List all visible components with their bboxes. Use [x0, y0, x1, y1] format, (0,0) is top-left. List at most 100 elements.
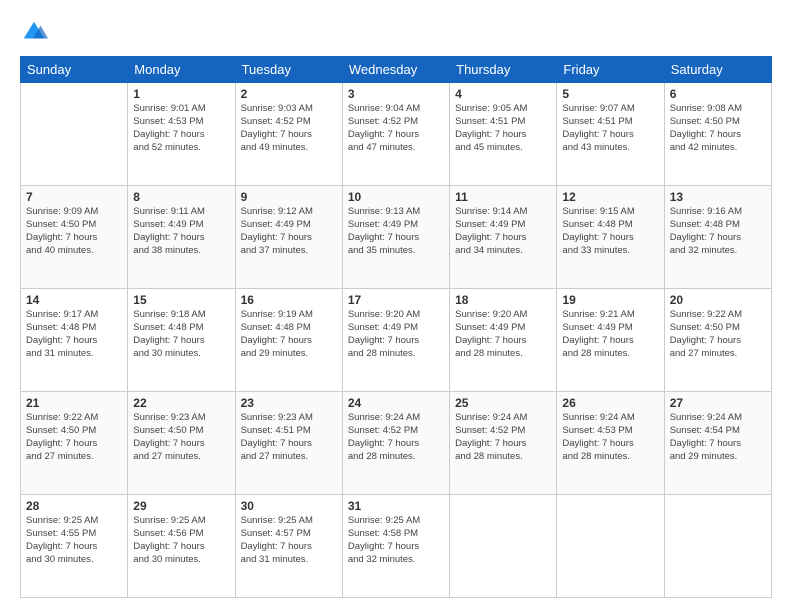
calendar-cell: 8Sunrise: 9:11 AM Sunset: 4:49 PM Daylig… [128, 186, 235, 289]
calendar-cell: 21Sunrise: 9:22 AM Sunset: 4:50 PM Dayli… [21, 392, 128, 495]
day-info: Sunrise: 9:25 AM Sunset: 4:56 PM Dayligh… [133, 515, 229, 566]
calendar-cell: 13Sunrise: 9:16 AM Sunset: 4:48 PM Dayli… [664, 186, 771, 289]
calendar-week-5: 28Sunrise: 9:25 AM Sunset: 4:55 PM Dayli… [21, 495, 772, 598]
calendar-cell: 4Sunrise: 9:05 AM Sunset: 4:51 PM Daylig… [450, 83, 557, 186]
calendar-cell: 18Sunrise: 9:20 AM Sunset: 4:49 PM Dayli… [450, 289, 557, 392]
calendar-cell: 12Sunrise: 9:15 AM Sunset: 4:48 PM Dayli… [557, 186, 664, 289]
day-number: 23 [241, 395, 337, 411]
day-number: 17 [348, 292, 444, 308]
day-number: 6 [670, 86, 766, 102]
day-info: Sunrise: 9:08 AM Sunset: 4:50 PM Dayligh… [670, 103, 766, 154]
day-number: 4 [455, 86, 551, 102]
day-info: Sunrise: 9:22 AM Sunset: 4:50 PM Dayligh… [26, 412, 122, 463]
calendar-cell: 24Sunrise: 9:24 AM Sunset: 4:52 PM Dayli… [342, 392, 449, 495]
day-number: 27 [670, 395, 766, 411]
calendar-cell: 30Sunrise: 9:25 AM Sunset: 4:57 PM Dayli… [235, 495, 342, 598]
day-info: Sunrise: 9:24 AM Sunset: 4:54 PM Dayligh… [670, 412, 766, 463]
day-info: Sunrise: 9:23 AM Sunset: 4:51 PM Dayligh… [241, 412, 337, 463]
day-info: Sunrise: 9:24 AM Sunset: 4:52 PM Dayligh… [455, 412, 551, 463]
calendar-week-2: 7Sunrise: 9:09 AM Sunset: 4:50 PM Daylig… [21, 186, 772, 289]
calendar-cell: 6Sunrise: 9:08 AM Sunset: 4:50 PM Daylig… [664, 83, 771, 186]
day-info: Sunrise: 9:11 AM Sunset: 4:49 PM Dayligh… [133, 206, 229, 257]
calendar-cell: 14Sunrise: 9:17 AM Sunset: 4:48 PM Dayli… [21, 289, 128, 392]
calendar-cell: 16Sunrise: 9:19 AM Sunset: 4:48 PM Dayli… [235, 289, 342, 392]
day-info: Sunrise: 9:14 AM Sunset: 4:49 PM Dayligh… [455, 206, 551, 257]
day-info: Sunrise: 9:21 AM Sunset: 4:49 PM Dayligh… [562, 309, 658, 360]
calendar-cell: 17Sunrise: 9:20 AM Sunset: 4:49 PM Dayli… [342, 289, 449, 392]
day-number: 16 [241, 292, 337, 308]
day-info: Sunrise: 9:19 AM Sunset: 4:48 PM Dayligh… [241, 309, 337, 360]
calendar-cell: 9Sunrise: 9:12 AM Sunset: 4:49 PM Daylig… [235, 186, 342, 289]
weekday-header-saturday: Saturday [664, 57, 771, 83]
day-number: 21 [26, 395, 122, 411]
day-info: Sunrise: 9:03 AM Sunset: 4:52 PM Dayligh… [241, 103, 337, 154]
calendar-cell: 11Sunrise: 9:14 AM Sunset: 4:49 PM Dayli… [450, 186, 557, 289]
calendar-cell: 31Sunrise: 9:25 AM Sunset: 4:58 PM Dayli… [342, 495, 449, 598]
day-number: 9 [241, 189, 337, 205]
calendar-cell [557, 495, 664, 598]
day-number: 8 [133, 189, 229, 205]
day-info: Sunrise: 9:23 AM Sunset: 4:50 PM Dayligh… [133, 412, 229, 463]
day-number: 26 [562, 395, 658, 411]
calendar-week-3: 14Sunrise: 9:17 AM Sunset: 4:48 PM Dayli… [21, 289, 772, 392]
day-info: Sunrise: 9:13 AM Sunset: 4:49 PM Dayligh… [348, 206, 444, 257]
calendar-cell: 10Sunrise: 9:13 AM Sunset: 4:49 PM Dayli… [342, 186, 449, 289]
weekday-header-friday: Friday [557, 57, 664, 83]
calendar-cell: 27Sunrise: 9:24 AM Sunset: 4:54 PM Dayli… [664, 392, 771, 495]
weekday-header-row: SundayMondayTuesdayWednesdayThursdayFrid… [21, 57, 772, 83]
day-number: 3 [348, 86, 444, 102]
day-info: Sunrise: 9:20 AM Sunset: 4:49 PM Dayligh… [455, 309, 551, 360]
calendar-cell: 15Sunrise: 9:18 AM Sunset: 4:48 PM Dayli… [128, 289, 235, 392]
calendar-cell: 29Sunrise: 9:25 AM Sunset: 4:56 PM Dayli… [128, 495, 235, 598]
day-info: Sunrise: 9:17 AM Sunset: 4:48 PM Dayligh… [26, 309, 122, 360]
calendar-cell [450, 495, 557, 598]
calendar-cell [664, 495, 771, 598]
day-info: Sunrise: 9:25 AM Sunset: 4:57 PM Dayligh… [241, 515, 337, 566]
calendar-cell: 22Sunrise: 9:23 AM Sunset: 4:50 PM Dayli… [128, 392, 235, 495]
weekday-header-tuesday: Tuesday [235, 57, 342, 83]
day-number: 29 [133, 498, 229, 514]
day-number: 11 [455, 189, 551, 205]
calendar-cell: 23Sunrise: 9:23 AM Sunset: 4:51 PM Dayli… [235, 392, 342, 495]
day-info: Sunrise: 9:04 AM Sunset: 4:52 PM Dayligh… [348, 103, 444, 154]
day-number: 20 [670, 292, 766, 308]
day-info: Sunrise: 9:01 AM Sunset: 4:53 PM Dayligh… [133, 103, 229, 154]
day-number: 22 [133, 395, 229, 411]
calendar-table: SundayMondayTuesdayWednesdayThursdayFrid… [20, 56, 772, 598]
day-number: 14 [26, 292, 122, 308]
calendar-cell: 2Sunrise: 9:03 AM Sunset: 4:52 PM Daylig… [235, 83, 342, 186]
day-number: 28 [26, 498, 122, 514]
day-info: Sunrise: 9:25 AM Sunset: 4:58 PM Dayligh… [348, 515, 444, 566]
weekday-header-sunday: Sunday [21, 57, 128, 83]
day-number: 2 [241, 86, 337, 102]
day-number: 13 [670, 189, 766, 205]
calendar-cell: 25Sunrise: 9:24 AM Sunset: 4:52 PM Dayli… [450, 392, 557, 495]
day-number: 25 [455, 395, 551, 411]
calendar-cell: 26Sunrise: 9:24 AM Sunset: 4:53 PM Dayli… [557, 392, 664, 495]
page: SundayMondayTuesdayWednesdayThursdayFrid… [0, 0, 792, 612]
calendar-cell: 19Sunrise: 9:21 AM Sunset: 4:49 PM Dayli… [557, 289, 664, 392]
day-info: Sunrise: 9:18 AM Sunset: 4:48 PM Dayligh… [133, 309, 229, 360]
calendar-cell: 5Sunrise: 9:07 AM Sunset: 4:51 PM Daylig… [557, 83, 664, 186]
day-info: Sunrise: 9:22 AM Sunset: 4:50 PM Dayligh… [670, 309, 766, 360]
day-info: Sunrise: 9:16 AM Sunset: 4:48 PM Dayligh… [670, 206, 766, 257]
day-number: 15 [133, 292, 229, 308]
day-info: Sunrise: 9:20 AM Sunset: 4:49 PM Dayligh… [348, 309, 444, 360]
calendar-cell: 28Sunrise: 9:25 AM Sunset: 4:55 PM Dayli… [21, 495, 128, 598]
calendar-cell: 1Sunrise: 9:01 AM Sunset: 4:53 PM Daylig… [128, 83, 235, 186]
day-info: Sunrise: 9:05 AM Sunset: 4:51 PM Dayligh… [455, 103, 551, 154]
logo-icon [20, 18, 48, 46]
day-info: Sunrise: 9:24 AM Sunset: 4:53 PM Dayligh… [562, 412, 658, 463]
day-info: Sunrise: 9:07 AM Sunset: 4:51 PM Dayligh… [562, 103, 658, 154]
calendar-week-1: 1Sunrise: 9:01 AM Sunset: 4:53 PM Daylig… [21, 83, 772, 186]
weekday-header-monday: Monday [128, 57, 235, 83]
day-number: 10 [348, 189, 444, 205]
day-number: 24 [348, 395, 444, 411]
logo [20, 18, 52, 46]
calendar-cell: 7Sunrise: 9:09 AM Sunset: 4:50 PM Daylig… [21, 186, 128, 289]
day-number: 12 [562, 189, 658, 205]
day-number: 7 [26, 189, 122, 205]
calendar-week-4: 21Sunrise: 9:22 AM Sunset: 4:50 PM Dayli… [21, 392, 772, 495]
day-info: Sunrise: 9:12 AM Sunset: 4:49 PM Dayligh… [241, 206, 337, 257]
day-number: 5 [562, 86, 658, 102]
